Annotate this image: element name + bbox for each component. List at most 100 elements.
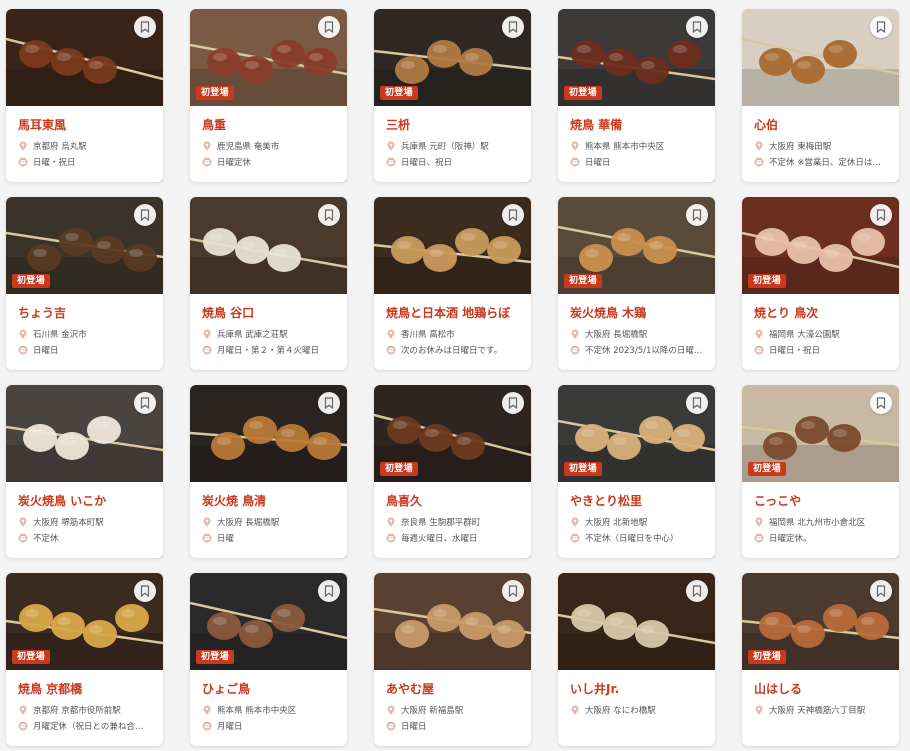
shop-thumbnail[interactable]	[742, 9, 899, 106]
bookmark-icon[interactable]	[502, 392, 524, 414]
shop-card[interactable]: 初登場 鳥喜久 奈良県 生駒郡平群町 毎週火曜日、水曜日	[374, 385, 531, 558]
shop-name[interactable]: 焼とり 鳥次	[754, 304, 887, 321]
bookmark-icon[interactable]	[870, 204, 892, 226]
bookmark-icon[interactable]	[318, 204, 340, 226]
bookmark-icon[interactable]	[134, 580, 156, 602]
shop-holiday: 日曜・祝日	[18, 156, 151, 168]
bookmark-icon[interactable]	[318, 580, 340, 602]
shop-thumbnail[interactable]	[6, 9, 163, 106]
bookmark-icon[interactable]	[502, 16, 524, 38]
shop-card[interactable]: 初登場 山はしる 大阪府 天神橋筋六丁目駅	[742, 573, 899, 746]
shop-name[interactable]: 焼鳥 谷口	[202, 304, 335, 321]
shop-name[interactable]: いし井Jr.	[570, 680, 703, 697]
shop-location: 熊本県 熊本市中央区	[570, 140, 703, 152]
bookmark-icon[interactable]	[870, 392, 892, 414]
shop-thumbnail[interactable]: 初登場	[558, 385, 715, 482]
bookmark-icon[interactable]	[686, 580, 708, 602]
shop-card[interactable]: 心伯 大阪府 東梅田駅 不定休 ※営業日、定休日は…	[742, 9, 899, 182]
bookmark-icon[interactable]	[318, 16, 340, 38]
shop-thumbnail[interactable]	[374, 197, 531, 294]
shop-name[interactable]: 山はしる	[754, 680, 887, 697]
calendar-closed-icon	[570, 345, 580, 355]
shop-name[interactable]: 心伯	[754, 116, 887, 133]
shop-name[interactable]: あやむ屋	[386, 680, 519, 697]
new-badge: 初登場	[12, 274, 50, 288]
shop-card[interactable]: 焼鳥と日本酒 地鶏らぼ 香川県 高松市 次のお休みは日曜日です。	[374, 197, 531, 370]
shop-card[interactable]: 初登場 焼とり 鳥次 福岡県 大濠公園駅 日曜日・祝日	[742, 197, 899, 370]
shop-card[interactable]: 初登場 炭火焼鳥 木鶏 大阪府 長堀橋駅 不定休 2023/5/1以降の日曜…	[558, 197, 715, 370]
shop-card[interactable]: いし井Jr. 大阪府 なにわ橋駅	[558, 573, 715, 746]
shop-name[interactable]: ひょご鳥	[202, 680, 335, 697]
calendar-closed-icon	[18, 721, 28, 731]
shop-name[interactable]: やきとり松里	[570, 492, 703, 509]
shop-card[interactable]: 初登場 ひょご鳥 熊本県 熊本市中央区 月曜日	[190, 573, 347, 746]
shop-location-text: 大阪府 北新地駅	[585, 518, 648, 528]
shop-card[interactable]: 初登場 鳥重 鹿児島県 奄美市 日曜定休	[190, 9, 347, 182]
shop-thumbnail[interactable]	[558, 573, 715, 670]
shop-card[interactable]: 初登場 やきとり松里 大阪府 北新地駅 不定休（日曜日を中心）	[558, 385, 715, 558]
shop-holiday-text: 日曜・祝日	[33, 158, 76, 168]
shop-card[interactable]: 初登場 焼鳥 京都橋 京都府 京都市役所前駅 月曜定休（祝日との兼ね合…	[6, 573, 163, 746]
shop-card[interactable]: 馬耳東風 京都府 烏丸駅 日曜・祝日	[6, 9, 163, 182]
shop-name[interactable]: 馬耳東風	[18, 116, 151, 133]
shop-holiday-text: 日曜	[217, 534, 235, 544]
shop-name[interactable]: 鳥喜久	[386, 492, 519, 509]
bookmark-icon[interactable]	[686, 16, 708, 38]
location-pin-icon	[571, 705, 579, 715]
bookmark-icon[interactable]	[502, 204, 524, 226]
shop-name[interactable]: 三枡	[386, 116, 519, 133]
shop-thumbnail[interactable]: 初登場	[6, 197, 163, 294]
shop-card[interactable]: あやむ屋 大阪府 新福島駅 日曜日	[374, 573, 531, 746]
shop-thumbnail[interactable]: 初登場	[742, 573, 899, 670]
calendar-closed-icon	[570, 157, 580, 167]
shop-name[interactable]: ちょう吉	[18, 304, 151, 321]
shop-card[interactable]: 初登場 ちょう吉 石川県 金沢市 日曜日	[6, 197, 163, 370]
shop-thumbnail[interactable]	[190, 197, 347, 294]
shop-thumbnail[interactable]: 初登場	[374, 385, 531, 482]
shop-thumbnail[interactable]: 初登場	[374, 9, 531, 106]
shop-thumbnail[interactable]: 初登場	[190, 573, 347, 670]
shop-name[interactable]: 焼鳥と日本酒 地鶏らぼ	[386, 304, 519, 321]
bookmark-icon[interactable]	[134, 204, 156, 226]
shop-name[interactable]: こっこや	[754, 492, 887, 509]
shop-thumbnail[interactable]: 初登場	[742, 197, 899, 294]
shop-thumbnail[interactable]: 初登場	[742, 385, 899, 482]
new-badge: 初登場	[748, 274, 786, 288]
shop-name[interactable]: 炭火焼鳥 木鶏	[570, 304, 703, 321]
bookmark-icon[interactable]	[502, 580, 524, 602]
shop-thumbnail[interactable]	[190, 385, 347, 482]
shop-holiday: 毎週火曜日、水曜日	[386, 532, 519, 544]
shop-card[interactable]: 初登場 焼鳥 華備 熊本県 熊本市中央区 日曜日	[558, 9, 715, 182]
bookmark-icon[interactable]	[134, 392, 156, 414]
shop-card[interactable]: 炭火焼鳥 いこか 大阪府 堺筋本町駅 不定休	[6, 385, 163, 558]
shop-name[interactable]: 鳥重	[202, 116, 335, 133]
shop-name[interactable]: 焼鳥 華備	[570, 116, 703, 133]
shop-card[interactable]: 焼鳥 谷口 兵庫県 武庫之荘駅 月曜日・第２・第４火曜日	[190, 197, 347, 370]
shop-name[interactable]: 炭火焼鳥 いこか	[18, 492, 151, 509]
shop-location-text: 奈良県 生駒郡平群町	[401, 518, 481, 528]
shop-thumbnail[interactable]: 初登場	[190, 9, 347, 106]
shop-thumbnail[interactable]: 初登場	[558, 197, 715, 294]
bookmark-icon[interactable]	[686, 204, 708, 226]
shop-card[interactable]: 初登場 こっこや 福岡県 北九州市小倉北区 日曜定休。	[742, 385, 899, 558]
location-pin-icon	[203, 705, 211, 715]
bookmark-icon[interactable]	[870, 580, 892, 602]
shop-location: 大阪府 長堀橋駅	[570, 328, 703, 340]
shop-location: 大阪府 東梅田駅	[754, 140, 887, 152]
shop-location-text: 兵庫県 武庫之荘駅	[217, 330, 288, 340]
shop-thumbnail[interactable]	[374, 573, 531, 670]
bookmark-icon[interactable]	[870, 16, 892, 38]
shop-location: 京都府 烏丸駅	[18, 140, 151, 152]
bookmark-icon[interactable]	[318, 392, 340, 414]
shop-thumbnail[interactable]	[6, 385, 163, 482]
shop-name[interactable]: 焼鳥 京都橋	[18, 680, 151, 697]
calendar-closed-icon	[754, 345, 764, 355]
shop-thumbnail[interactable]: 初登場	[558, 9, 715, 106]
shop-card[interactable]: 炭火焼 鳥清 大阪府 長堀橋駅 日曜	[190, 385, 347, 558]
shop-card[interactable]: 初登場 三枡 兵庫県 元町（阪神）駅 日曜日、祝日	[374, 9, 531, 182]
bookmark-icon[interactable]	[134, 16, 156, 38]
location-pin-icon	[19, 705, 27, 715]
shop-thumbnail[interactable]: 初登場	[6, 573, 163, 670]
bookmark-icon[interactable]	[686, 392, 708, 414]
shop-name[interactable]: 炭火焼 鳥清	[202, 492, 335, 509]
